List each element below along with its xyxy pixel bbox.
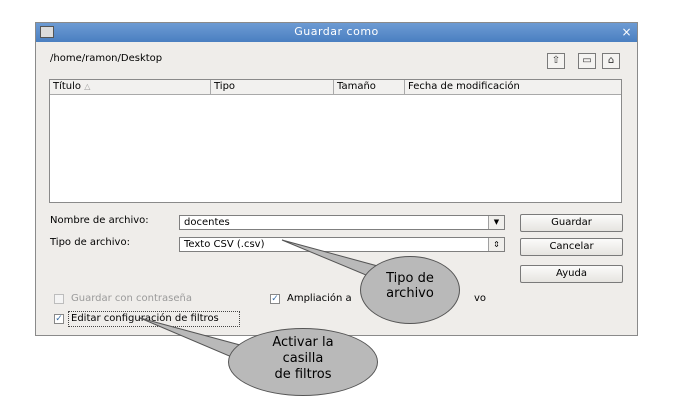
filters-callout-line3: de filtros <box>274 367 332 382</box>
filters-callout-line2: casilla <box>282 351 324 366</box>
filters-callout-pointer <box>139 317 241 359</box>
filters-callout-line1: Activar la <box>272 335 334 350</box>
filetype-callout-line1: Tipo de <box>386 271 434 286</box>
filters-callout: Activar la casilla de filtros <box>228 328 378 396</box>
filetype-callout-line2: archivo <box>386 286 434 301</box>
filetype-callout: Tipo de archivo <box>360 256 460 324</box>
